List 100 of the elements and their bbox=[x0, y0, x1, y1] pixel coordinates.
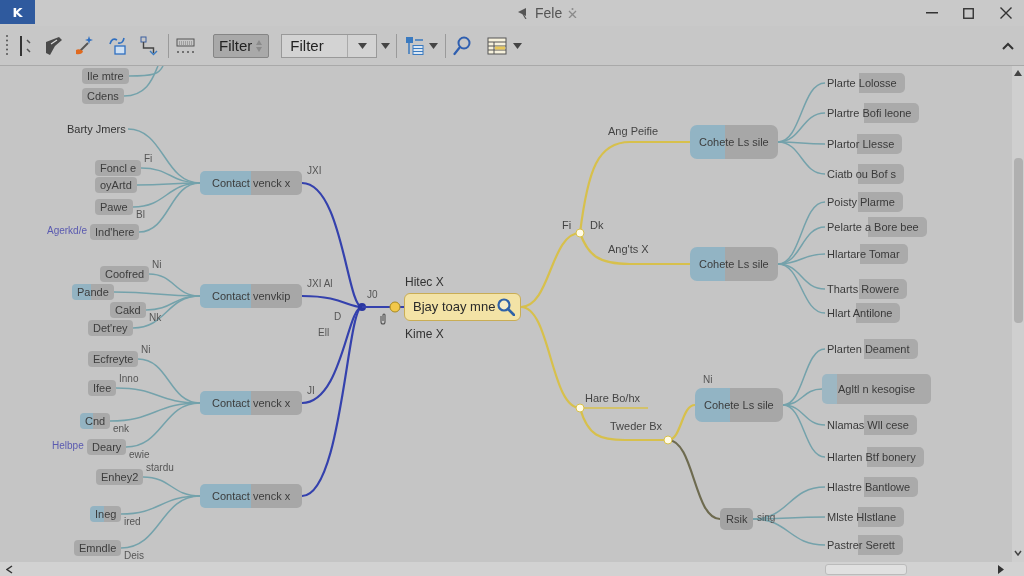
subtopic-label[interactable]: Barty Jmers bbox=[65, 121, 128, 137]
line-label: D bbox=[334, 311, 342, 323]
line-label: Hare Bo/hx bbox=[585, 392, 641, 405]
subtopic-node[interactable]: Ifee bbox=[88, 380, 117, 396]
line-label: stardu bbox=[146, 462, 174, 474]
line-label: J0 bbox=[367, 289, 378, 301]
subtopic-node[interactable]: Pastrer Serett bbox=[825, 535, 903, 555]
subtopic-node[interactable]: Foncl e bbox=[95, 160, 142, 176]
topic-node[interactable]: Contact venvkip bbox=[200, 284, 303, 308]
side-note: Helbpe bbox=[52, 440, 84, 452]
grid-icon[interactable] bbox=[176, 36, 196, 55]
subtopic-node[interactable]: Pawe bbox=[95, 199, 133, 215]
maximize-icon bbox=[963, 7, 974, 19]
line-label: Ni bbox=[141, 344, 151, 356]
topic-node[interactable]: Contact venck x bbox=[200, 171, 303, 195]
caret-icon[interactable] bbox=[381, 42, 391, 49]
subtopic-node[interactable]: Hlart Antilone bbox=[825, 303, 901, 323]
subtopic-node[interactable]: Pelarte a Bore bee bbox=[825, 217, 927, 237]
app-logo: K bbox=[0, 0, 35, 24]
filter-dropdown[interactable]: Filter bbox=[281, 33, 378, 58]
line-label: Fi bbox=[144, 153, 153, 165]
magic-wand-icon[interactable] bbox=[75, 35, 93, 56]
subtopic-node[interactable]: Nlamas Wll cese bbox=[825, 415, 917, 435]
scroll-down-icon[interactable] bbox=[1014, 550, 1022, 556]
scroll-thumb[interactable] bbox=[1013, 158, 1023, 323]
line-label: JI bbox=[307, 385, 315, 397]
subtopic-node[interactable]: Ciatb ou Bof s bbox=[825, 164, 905, 184]
topic-node[interactable]: Contact venck x bbox=[200, 484, 303, 508]
subtopic-node[interactable]: oyArtd bbox=[95, 177, 137, 193]
subtopic-node[interactable]: Cdens bbox=[82, 88, 124, 104]
caret-icon bbox=[357, 42, 367, 49]
line-label: enk bbox=[113, 423, 130, 435]
subtopic-node[interactable]: Deary bbox=[87, 439, 127, 455]
subtopic-node[interactable]: Enhey2 bbox=[96, 469, 144, 485]
subtopic-node[interactable]: Ineg bbox=[90, 506, 122, 522]
line-label: Fi bbox=[562, 219, 572, 232]
window-title: Fele bbox=[535, 5, 563, 21]
branch-label: Ang Peifie bbox=[608, 125, 659, 138]
layout-icon[interactable] bbox=[405, 35, 426, 56]
pin-icon[interactable] bbox=[518, 7, 527, 19]
topic-node[interactable]: Contact venck x bbox=[200, 391, 303, 415]
minimize-icon bbox=[925, 12, 938, 14]
caret-icon[interactable] bbox=[513, 42, 523, 49]
search-icon[interactable] bbox=[453, 35, 472, 56]
topic-node[interactable]: Cohete Ls sile bbox=[690, 125, 778, 159]
scroll-left-icon[interactable] bbox=[6, 564, 13, 574]
filter-button[interactable]: Filter bbox=[213, 33, 270, 58]
node-note: Hitec X bbox=[405, 275, 444, 289]
subtopic-node[interactable]: Hlartare Tomar bbox=[825, 244, 908, 264]
junction-dot bbox=[389, 301, 401, 313]
connector-icon[interactable] bbox=[140, 35, 158, 56]
subtopic-node[interactable]: Poisty Plarme bbox=[825, 192, 903, 212]
line-label: Ni bbox=[703, 374, 713, 386]
line-label: Inno bbox=[119, 373, 139, 385]
topic-node[interactable]: Cohete Ls sile bbox=[690, 247, 778, 281]
subtopic-node[interactable]: Hlastre Bantlowe bbox=[825, 477, 919, 497]
central-topic[interactable]: Bjay toay mne bbox=[404, 293, 522, 321]
subtopic-node[interactable]: Plartre Bofi leone bbox=[825, 103, 920, 123]
subtopic-node[interactable]: Ind'here bbox=[90, 224, 140, 240]
subtopic-node[interactable]: Tharts Rowere bbox=[825, 279, 908, 299]
junction-dot bbox=[575, 403, 585, 413]
line-label: ewie bbox=[129, 449, 150, 461]
subtopic-node[interactable]: Plarte Lolosse bbox=[825, 73, 905, 93]
branch-label: Ang'ts X bbox=[608, 243, 649, 256]
topic-node[interactable]: Rsik bbox=[720, 508, 754, 530]
search-icon[interactable] bbox=[497, 298, 516, 316]
line-label: sing bbox=[757, 512, 776, 524]
scroll-thumb[interactable] bbox=[825, 563, 907, 575]
subtopic-node[interactable]: Coofred bbox=[100, 266, 150, 282]
line-label: Ell bbox=[318, 327, 330, 339]
line-label: ired bbox=[124, 516, 141, 528]
text-cursor-icon[interactable] bbox=[17, 34, 33, 57]
line-label: Ni bbox=[152, 259, 162, 271]
subtopic-node[interactable]: Det'rey bbox=[88, 320, 133, 336]
pointer-icon[interactable] bbox=[45, 35, 63, 56]
box-arrows-icon[interactable] bbox=[108, 35, 126, 56]
subtopic-node[interactable]: Plarten Deament bbox=[825, 339, 918, 359]
caret-icon[interactable] bbox=[429, 42, 439, 49]
subtopic-node[interactable]: Cakd bbox=[110, 302, 146, 318]
chevron-up-icon[interactable] bbox=[1002, 41, 1014, 50]
subtopic-node[interactable]: Ile mtre bbox=[82, 68, 129, 84]
scroll-right-icon[interactable] bbox=[998, 564, 1004, 574]
subtopic-node[interactable]: Plartor Llesse bbox=[825, 134, 903, 154]
paperclip-icon[interactable] bbox=[379, 313, 387, 325]
line-label: Dk bbox=[590, 219, 604, 232]
scroll-up-icon[interactable] bbox=[1014, 70, 1022, 76]
table-icon[interactable] bbox=[487, 35, 508, 56]
subtopic-node[interactable]: Emndle bbox=[74, 540, 122, 556]
subtopic-node[interactable]: Pande bbox=[72, 284, 114, 300]
line-label: Nk bbox=[149, 312, 162, 324]
subtopic-node[interactable]: Mlste Hlstlane bbox=[825, 507, 905, 527]
junction-dot bbox=[575, 228, 585, 238]
subtopic-node[interactable]: Agltl n kesogise bbox=[822, 374, 932, 404]
subtopic-node[interactable]: Hlarten Btf bonery bbox=[825, 447, 924, 467]
subtopic-node[interactable]: Ecfreyte bbox=[88, 351, 139, 367]
line-label: Bl bbox=[136, 209, 145, 221]
grip-handle-icon[interactable] bbox=[5, 33, 9, 58]
line-label: Deis bbox=[124, 550, 144, 562]
topic-node[interactable]: Cohete Ls sile bbox=[695, 388, 783, 422]
subtopic-node[interactable]: Cnd bbox=[80, 413, 111, 429]
